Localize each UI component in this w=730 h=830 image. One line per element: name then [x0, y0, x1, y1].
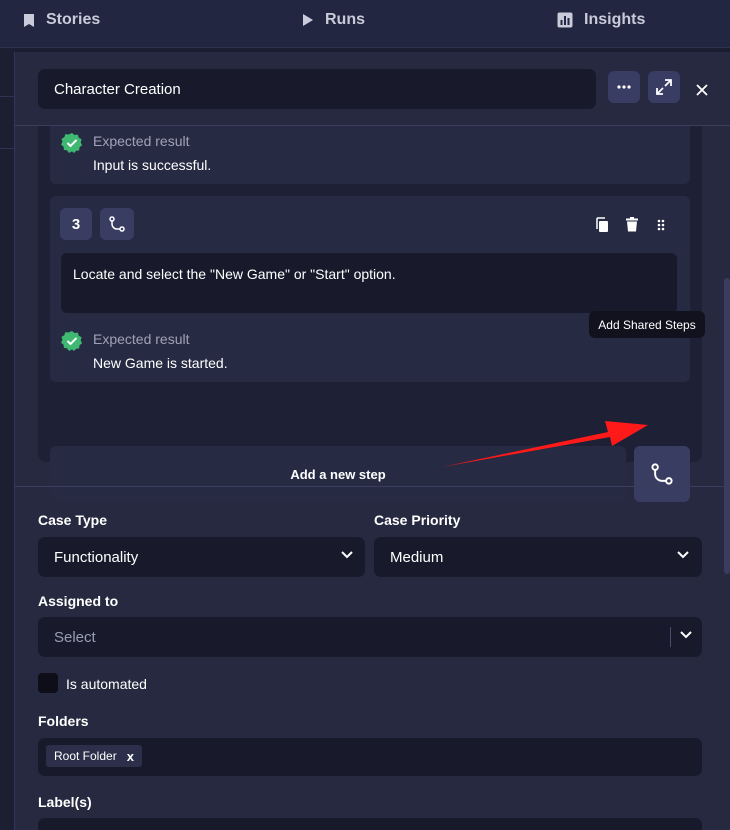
top-navigation: Stories Runs Insights — [0, 0, 730, 48]
shared-step-toggle[interactable] — [100, 208, 134, 240]
folders-label: Folders — [38, 713, 89, 729]
step-number-badge: 3 — [60, 208, 92, 240]
check-badge-icon — [61, 133, 83, 153]
remove-chip-button[interactable]: x — [127, 749, 134, 764]
nav-stories-label: Stories — [46, 11, 101, 28]
select-separator — [670, 627, 671, 647]
folder-chip-label: Root Folder — [54, 749, 117, 763]
expand-icon — [656, 79, 672, 95]
play-icon — [303, 14, 313, 26]
assigned-to-placeholder: Select — [54, 628, 96, 646]
step-card-3: 3 Locate and select the "New Game" or "S… — [50, 196, 690, 382]
scrollbar[interactable] — [724, 278, 730, 574]
drag-handle-icon[interactable] — [657, 219, 665, 231]
divider — [0, 96, 14, 97]
route-icon — [109, 216, 125, 232]
expected-result-value: New Game is started. — [93, 355, 228, 371]
panel-header: Character Creation — [15, 52, 730, 126]
nav-insights[interactable]: Insights — [557, 0, 645, 40]
case-detail-panel: Character Creation Expected result Input… — [14, 52, 730, 830]
chart-icon — [557, 12, 573, 28]
is-automated-label: Is automated — [66, 676, 147, 692]
assigned-to-select[interactable]: Select — [38, 617, 702, 657]
step-description-text: Locate and select the "New Game" or "Sta… — [73, 266, 396, 282]
nav-stories[interactable]: Stories — [23, 0, 100, 40]
close-button[interactable] — [691, 79, 713, 101]
is-automated-checkbox[interactable] — [38, 673, 58, 693]
case-title-input[interactable]: Character Creation — [38, 69, 596, 109]
steps-section: Expected result Input is successful. 3 L… — [38, 126, 702, 502]
nav-runs-label: Runs — [325, 11, 365, 28]
nav-insights-label: Insights — [584, 11, 646, 28]
case-priority-value: Medium — [390, 548, 444, 566]
assigned-to-label: Assigned to — [38, 593, 119, 609]
chevron-down-icon — [341, 551, 353, 559]
background-list — [0, 48, 14, 830]
expand-button[interactable] — [648, 71, 680, 103]
close-icon — [696, 84, 708, 96]
case-priority-select[interactable]: Medium — [374, 537, 702, 577]
expected-result-label: Expected result — [93, 331, 190, 347]
route-icon — [651, 463, 673, 485]
expected-result-label: Expected result — [93, 133, 190, 149]
add-new-step-label: Add a new step — [290, 466, 386, 482]
step-card-previous: Expected result Input is successful. — [50, 126, 690, 184]
add-shared-steps-tooltip: Add Shared Steps — [589, 311, 705, 338]
chevron-down-icon — [680, 631, 692, 639]
add-new-step-button[interactable]: Add a new step — [50, 446, 626, 502]
divider — [0, 148, 14, 149]
case-type-label: Case Type — [38, 512, 107, 528]
more-horizontal-icon — [617, 85, 631, 89]
folder-chip: Root Folder x — [46, 745, 142, 767]
case-title-text: Character Creation — [54, 80, 181, 98]
trash-icon[interactable] — [626, 217, 638, 232]
step-description-input[interactable]: Locate and select the "New Game" or "Sta… — [61, 253, 677, 313]
bookmark-icon — [24, 13, 34, 27]
case-priority-label: Case Priority — [374, 512, 461, 528]
more-button[interactable] — [608, 71, 640, 103]
check-badge-icon — [61, 331, 83, 351]
case-type-select[interactable]: Functionality — [38, 537, 365, 577]
labels-label: Label(s) — [38, 794, 92, 810]
chevron-down-icon — [677, 551, 689, 559]
expected-result-value: Input is successful. — [93, 157, 212, 173]
add-shared-steps-button[interactable] — [634, 446, 690, 502]
case-type-value: Functionality — [54, 548, 139, 566]
labels-input[interactable] — [38, 818, 702, 830]
tooltip-text: Add Shared Steps — [598, 317, 696, 332]
nav-runs[interactable]: Runs — [302, 0, 365, 40]
copy-icon[interactable] — [595, 217, 609, 233]
section-divider — [15, 486, 730, 487]
